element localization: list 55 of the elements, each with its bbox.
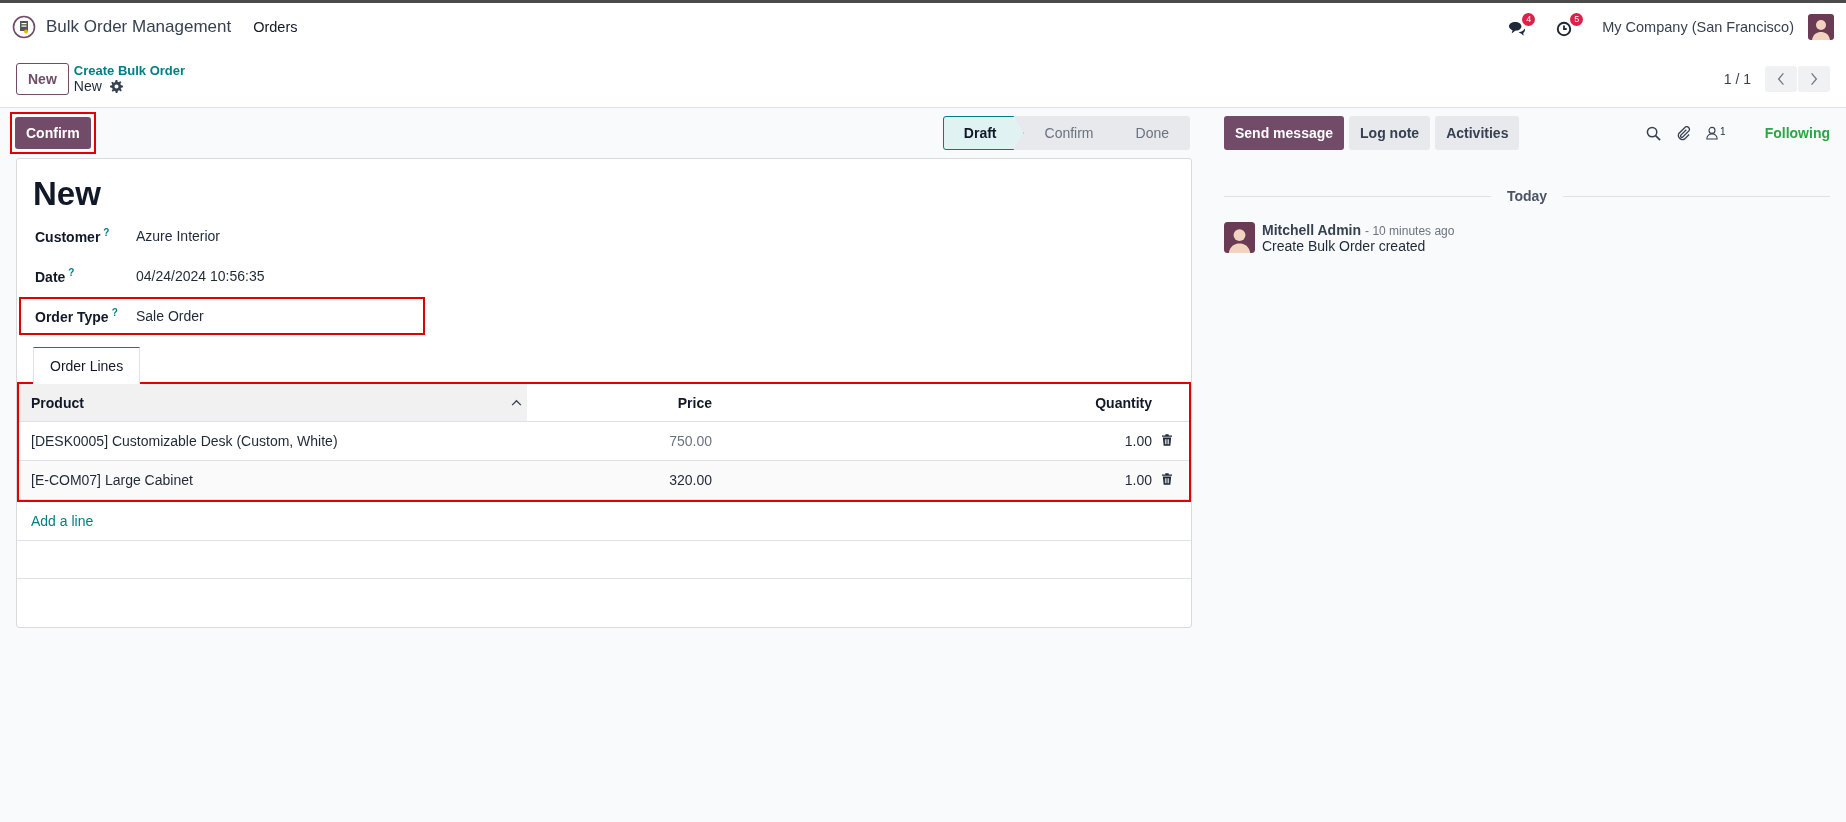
help-tooltip[interactable]: ? — [103, 227, 110, 239]
column-header[interactable]: Price — [677, 394, 712, 411]
table-cell: [DESK0005] Customizable Desk (Custom, White) — [31, 433, 338, 449]
field-value[interactable]: Sale Order — [136, 308, 204, 324]
paperclip-icon[interactable] — [1676, 125, 1692, 141]
search-icon[interactable] — [1646, 125, 1662, 141]
field-label: Date — [35, 268, 66, 285]
trash-icon[interactable] — [1162, 434, 1172, 446]
sort-caret-icon[interactable] — [511, 399, 522, 406]
breadcrumb-link[interactable]: Create Bulk Order — [73, 63, 186, 78]
message-time: - 10 minutes ago — [1365, 224, 1455, 238]
date-separator: Today — [1505, 188, 1549, 204]
message-text: Create Bulk Order created — [1262, 238, 1427, 254]
help-tooltip[interactable]: ? — [111, 307, 118, 319]
company-switcher[interactable]: My Company (San Francisco) — [1602, 18, 1794, 35]
chatter-button[interactable]: Send message — [1224, 116, 1345, 150]
table-cell: 320.00 — [669, 472, 712, 488]
table-cell: 750.00 — [669, 433, 712, 449]
pager-value: 1 / 1 — [1723, 70, 1751, 87]
help-tooltip[interactable]: ? — [68, 267, 75, 279]
author-avatar-icon[interactable] — [1224, 222, 1255, 253]
app-name[interactable]: Bulk Order Management — [46, 16, 232, 37]
confirm-button[interactable]: Confirm — [15, 117, 91, 149]
field-label: Order Type — [35, 308, 109, 325]
chatter-button[interactable]: Activities — [1435, 116, 1520, 150]
chevron-right-icon — [1810, 71, 1818, 86]
user-avatar-icon[interactable] — [1808, 13, 1834, 40]
trash-icon[interactable] — [1162, 473, 1172, 485]
table-cell: 1.00 — [1124, 472, 1152, 488]
status-stage[interactable]: Done — [1114, 116, 1190, 150]
app-logo-icon[interactable] — [12, 14, 36, 39]
chat-bubbles-icon[interactable] — [1508, 20, 1527, 37]
column-header[interactable]: Quantity — [1095, 394, 1152, 411]
notification-badge: 5 — [1570, 12, 1584, 26]
record-name: New — [73, 78, 102, 94]
chatter-button[interactable]: Log note — [1349, 116, 1431, 150]
field-value[interactable]: Azure Interior — [136, 228, 221, 244]
followers-button[interactable]: 1 — [1706, 126, 1726, 140]
menu-item[interactable]: Orders — [253, 18, 298, 35]
add-line-link[interactable]: Add a line — [31, 513, 94, 529]
field-label: Customer — [35, 228, 101, 245]
status-stage[interactable]: Draft — [942, 116, 1024, 150]
column-header[interactable]: Product — [31, 394, 84, 411]
notebook-tab[interactable]: Order Lines — [33, 347, 141, 384]
clock-icon[interactable] — [1556, 20, 1573, 37]
table-cell: [E-COM07] Large Cabinet — [31, 472, 193, 488]
table-cell: 1.00 — [1124, 433, 1152, 449]
author-name[interactable]: Mitchell Admin — [1262, 222, 1362, 238]
record-title: New — [32, 175, 102, 213]
chevron-left-icon — [1777, 71, 1785, 86]
field-value[interactable]: 04/24/2024 10:56:35 — [136, 268, 265, 284]
settings-icon[interactable] — [109, 79, 123, 93]
new-button[interactable]: New — [16, 62, 69, 95]
status-stage[interactable]: Confirm — [1023, 116, 1115, 150]
notification-badge: 4 — [1522, 12, 1536, 26]
